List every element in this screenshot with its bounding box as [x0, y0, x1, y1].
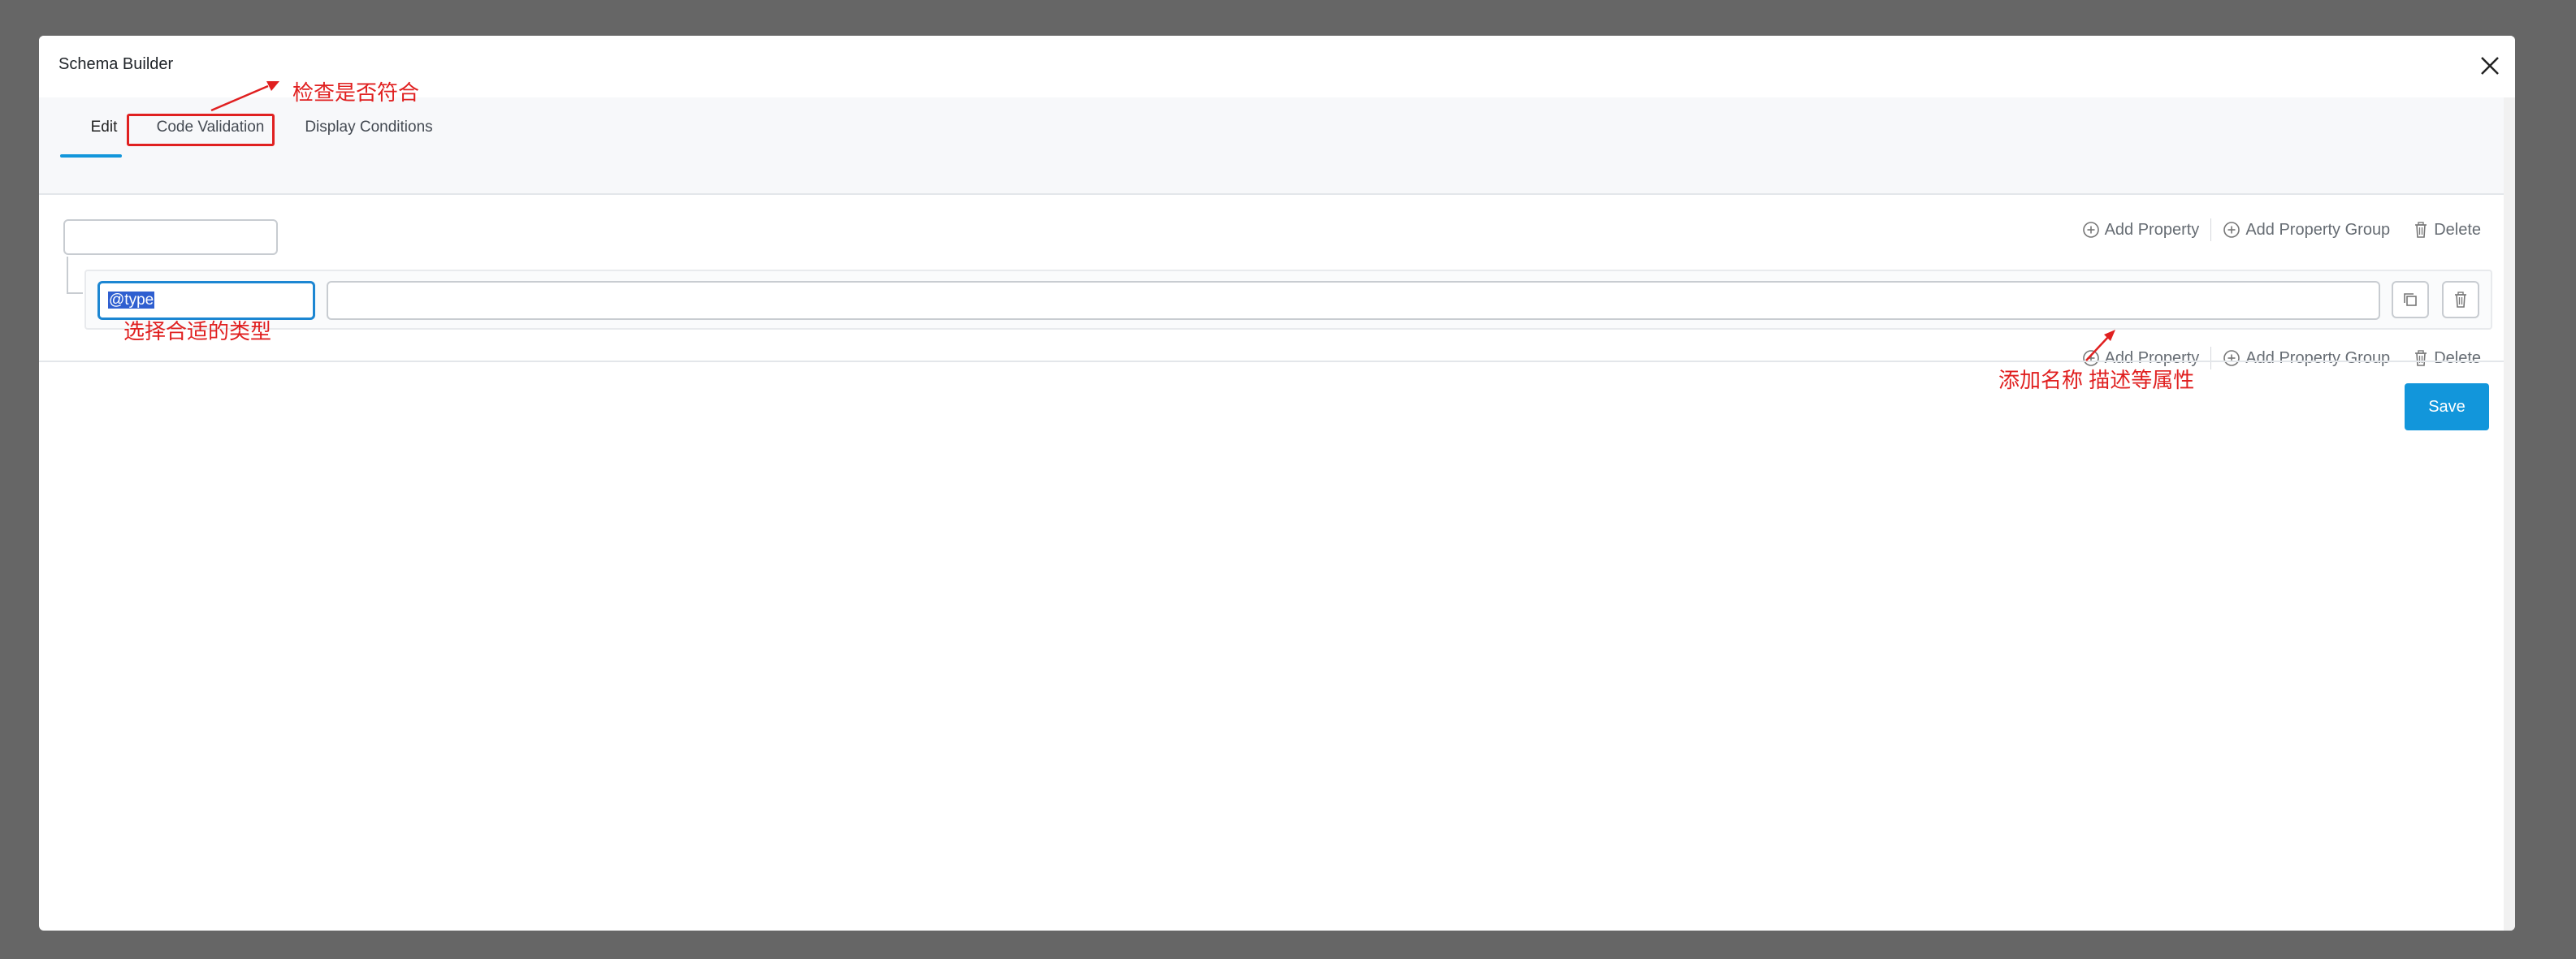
delete-label: Delete	[2434, 348, 2481, 367]
add-property-group-button[interactable]: Add Property Group	[2211, 221, 2401, 240]
property-key-input[interactable]: @type	[97, 281, 315, 320]
tree-connector	[67, 257, 68, 292]
delete-button[interactable]: Delete	[2401, 349, 2492, 368]
trash-icon	[2455, 292, 2466, 308]
plus-circle-icon	[2223, 222, 2240, 238]
scrollbar[interactable]	[2504, 97, 2515, 931]
add-property-group-button[interactable]: Add Property Group	[2211, 349, 2401, 368]
schema-builder-modal: Schema Builder Edit Code Validation Disp…	[39, 36, 2515, 931]
close-icon	[2481, 57, 2499, 75]
modal-title: Schema Builder	[58, 55, 174, 73]
tabs-bar: Edit Code Validation Display Conditions	[39, 97, 2515, 195]
delete-button[interactable]: Delete	[2401, 221, 2492, 240]
add-property-button[interactable]: Add Property	[2071, 221, 2211, 240]
tab-display-conditions[interactable]: Display Conditions	[296, 97, 442, 158]
tab-edit[interactable]: Edit	[78, 97, 130, 158]
property-value-input[interactable]	[327, 281, 2380, 320]
annotation-select-type: 选择合适的类型	[123, 319, 272, 343]
trash-icon	[2415, 222, 2427, 238]
property-key-text: @type	[108, 292, 155, 309]
annotation-check: 检查是否符合	[292, 80, 420, 105]
annotation-highlight-box	[127, 114, 275, 146]
annotation-add-attrs: 添加名称 描述等属性	[1998, 368, 2195, 392]
close-button[interactable]	[2476, 52, 2504, 80]
plus-circle-icon	[2223, 350, 2240, 366]
root-type-input[interactable]	[63, 219, 278, 255]
tree-connector	[67, 292, 83, 294]
root-actions: Add Property Add Property Group Delete	[2071, 218, 2492, 242]
property-row: @type	[84, 270, 2492, 330]
trash-icon	[2415, 350, 2427, 366]
plus-circle-icon	[2082, 222, 2099, 238]
add-property-group-label: Add Property Group	[2245, 348, 2391, 367]
delete-label: Delete	[2434, 220, 2481, 239]
copy-button[interactable]	[2392, 281, 2429, 318]
active-tab-indicator	[60, 154, 122, 158]
save-button[interactable]: Save	[2405, 383, 2489, 430]
add-property-group-label: Add Property Group	[2245, 220, 2391, 239]
copy-icon	[2404, 293, 2417, 306]
add-property-label: Add Property	[2104, 220, 2200, 239]
footer-divider	[39, 361, 2515, 362]
delete-property-button[interactable]	[2442, 281, 2479, 318]
